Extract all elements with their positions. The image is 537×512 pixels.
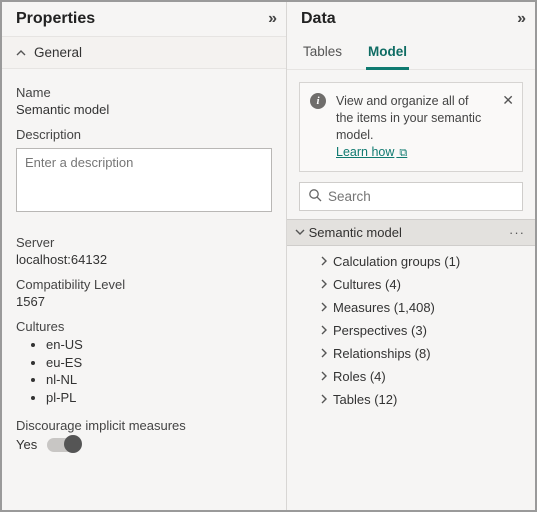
tree-item-label: Relationships (8) bbox=[333, 346, 431, 361]
tab-tables[interactable]: Tables bbox=[301, 36, 344, 69]
tree-item-label: Cultures (4) bbox=[333, 277, 401, 292]
data-title: Data bbox=[301, 10, 336, 28]
chevron-right-icon bbox=[319, 348, 329, 358]
data-panel: Data » Tables Model i ✕ View and organiz… bbox=[287, 2, 535, 510]
search-icon bbox=[308, 188, 322, 205]
search-input[interactable] bbox=[328, 189, 514, 204]
chevron-right-icon bbox=[319, 256, 329, 266]
discourage-toggle[interactable] bbox=[47, 438, 81, 452]
data-header: Data » bbox=[287, 2, 535, 36]
tree-item[interactable]: Measures (1,408) bbox=[287, 296, 535, 319]
tree-item-label: Perspectives (3) bbox=[333, 323, 427, 338]
chevron-down-icon bbox=[295, 227, 305, 237]
tree-item-label: Tables (12) bbox=[333, 392, 397, 407]
chevron-right-icon bbox=[319, 279, 329, 289]
tree-item-label: Calculation groups (1) bbox=[333, 254, 460, 269]
discourage-label: Discourage implicit measures bbox=[16, 418, 272, 433]
tree-item[interactable]: Roles (4) bbox=[287, 365, 535, 388]
search-box[interactable] bbox=[299, 182, 523, 211]
list-item: pl-PL bbox=[46, 389, 272, 407]
chevron-up-icon bbox=[16, 48, 26, 58]
chevron-right-icon bbox=[319, 394, 329, 404]
tree-item[interactable]: Tables (12) bbox=[287, 388, 535, 411]
data-tabs: Tables Model bbox=[287, 36, 535, 70]
collapse-data-icon[interactable]: » bbox=[517, 10, 523, 28]
tree-root-label: Semantic model bbox=[309, 225, 402, 240]
tab-model[interactable]: Model bbox=[366, 36, 409, 69]
tree-item-label: Measures (1,408) bbox=[333, 300, 435, 315]
chevron-right-icon bbox=[319, 371, 329, 381]
toggle-knob bbox=[64, 435, 82, 453]
list-item: nl-NL bbox=[46, 371, 272, 389]
description-input[interactable] bbox=[16, 148, 272, 212]
properties-header: Properties » bbox=[2, 2, 286, 36]
tree-item[interactable]: Perspectives (3) bbox=[287, 319, 535, 342]
properties-title: Properties bbox=[16, 10, 95, 28]
close-icon[interactable]: ✕ bbox=[502, 91, 514, 110]
model-tree: Calculation groups (1) Cultures (4) Measur… bbox=[287, 246, 535, 419]
external-link-icon: ⧉ bbox=[396, 147, 407, 159]
chevron-right-icon bbox=[319, 325, 329, 335]
tree-item[interactable]: Cultures (4) bbox=[287, 273, 535, 296]
cultures-list: en-US eu-ES nl-NL pl-PL bbox=[16, 336, 272, 406]
tree-root[interactable]: Semantic model ··· bbox=[287, 219, 535, 246]
properties-panel: Properties » General Name Semantic model… bbox=[2, 2, 287, 510]
description-label: Description bbox=[16, 127, 272, 142]
server-label: Server bbox=[16, 235, 272, 250]
name-label: Name bbox=[16, 85, 272, 100]
tree-item[interactable]: Relationships (8) bbox=[287, 342, 535, 365]
collapse-properties-icon[interactable]: » bbox=[268, 10, 274, 28]
compat-value: 1567 bbox=[16, 294, 272, 309]
list-item: en-US bbox=[46, 336, 272, 354]
info-banner: i ✕ View and organize all of the items i… bbox=[299, 82, 523, 172]
info-text: View and organize all of the items in yo… bbox=[336, 94, 481, 142]
discourage-state: Yes bbox=[16, 437, 37, 452]
general-section-header[interactable]: General bbox=[2, 36, 286, 69]
general-section-label: General bbox=[34, 45, 82, 60]
info-icon: i bbox=[310, 93, 326, 109]
learn-how-link[interactable]: Learn how ⧉ bbox=[336, 145, 407, 159]
compat-label: Compatibility Level bbox=[16, 277, 272, 292]
server-value: localhost:64132 bbox=[16, 252, 272, 267]
chevron-right-icon bbox=[319, 302, 329, 312]
cultures-label: Cultures bbox=[16, 319, 272, 334]
properties-body: Name Semantic model Description Server l… bbox=[2, 69, 286, 510]
list-item: eu-ES bbox=[46, 354, 272, 372]
tree-item[interactable]: Calculation groups (1) bbox=[287, 250, 535, 273]
name-value: Semantic model bbox=[16, 102, 272, 117]
more-icon[interactable]: ··· bbox=[509, 225, 525, 240]
tree-item-label: Roles (4) bbox=[333, 369, 386, 384]
